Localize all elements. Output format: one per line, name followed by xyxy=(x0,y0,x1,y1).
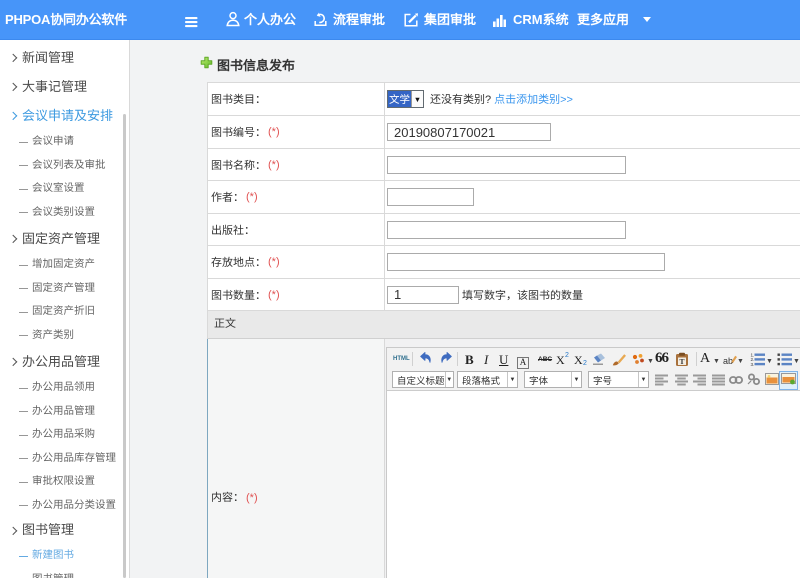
svg-text:T: T xyxy=(679,357,684,366)
svg-text:3.: 3. xyxy=(751,362,755,366)
svg-text:ab: ab xyxy=(723,356,733,366)
